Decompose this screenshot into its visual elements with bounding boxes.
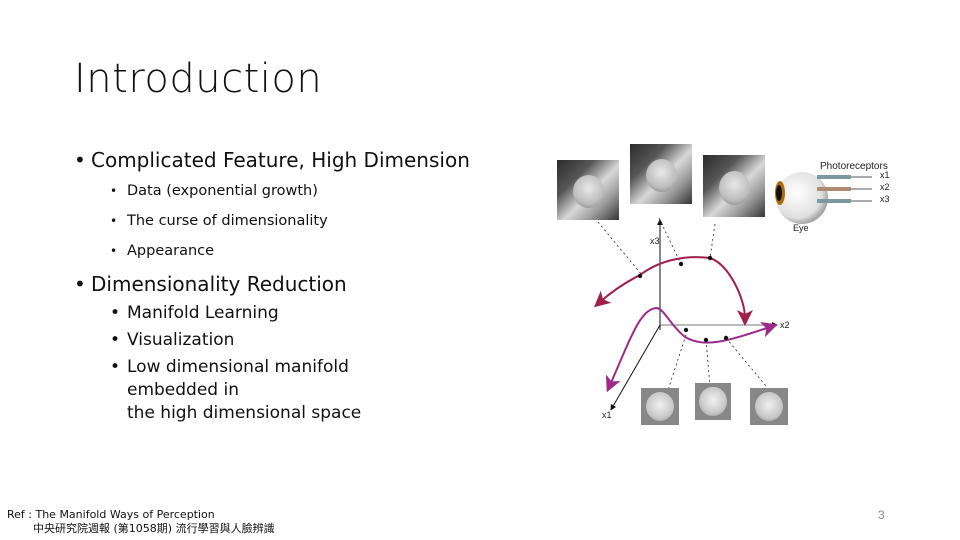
reference-line-1: Ref : The Manifold Ways of Perception [7,508,215,521]
bullet-text: The curse of dimensionality [127,213,328,229]
receptor-label-x3: x3 [880,194,890,204]
axis-label-x3: x3 [650,236,660,246]
axis-label-x1: x1 [602,410,612,420]
receptor-label-x1: x1 [880,170,890,180]
bullet-icon: • [74,272,86,296]
bullet-text: Appearance [127,243,215,259]
bullet-text: Visualization [127,330,235,350]
bullet-text: Dimensionality Reduction [91,272,347,296]
bullet-icon: • [110,184,118,198]
bullet-text-continued: the high dimensional space [127,403,362,423]
sub-bullet-manifold-learning: • Manifold Learning [110,302,279,325]
lower-manifold-curve [684,321,778,344]
sub-bullet-data: • Data (exponential growth) [110,183,318,199]
baby-photo-right [750,388,788,425]
manifold-figure: Photoreceptors Eye x1 x2 x3 x3 x2 x1 [540,140,910,435]
sub-bullet-curse: • The curse of dimensionality [110,213,328,229]
reference-note: Ref : The Manifold Ways of Perception 中央… [7,508,275,536]
bullet-icon: • [110,244,118,258]
baby-photo-center [695,383,731,420]
sub-bullet-appearance: • Appearance [110,243,214,259]
bullet-icon: • [110,303,121,323]
sub-bullet-low-dimensional: • Low dimensional manifold embedded in th… [110,356,361,425]
bullet-text: Low dimensional manifold [127,357,349,377]
page-number: 3 [878,508,885,522]
bullet-text: Data (exponential growth) [127,183,318,199]
bullet-text-continued: embedded in [127,380,240,400]
bullet-dimensionality-reduction: • Dimensionality Reduction [74,272,347,296]
bullet-icon: • [110,214,118,228]
bullet-icon: • [110,357,121,377]
bullet-text: Manifold Learning [127,303,279,323]
bullet-text: Complicated Feature, High Dimension [91,148,470,172]
sub-bullet-visualization: • Visualization [110,329,234,352]
receptor-label-x2: x2 [880,182,890,192]
reference-line-2: 中央研究院週報 (第1058期) 流行學習與人臉辨識 [33,522,275,535]
bullet-icon: • [74,148,86,172]
eye-icon [775,172,828,224]
axis-label-x2: x2 [780,320,790,330]
baby-photo-left [641,388,679,425]
slide-title: Introduction [74,56,323,102]
bullet-icon: • [110,330,121,350]
bullet-complicated-feature: • Complicated Feature, High Dimension [74,148,470,172]
upper-manifold-curve [593,256,711,308]
